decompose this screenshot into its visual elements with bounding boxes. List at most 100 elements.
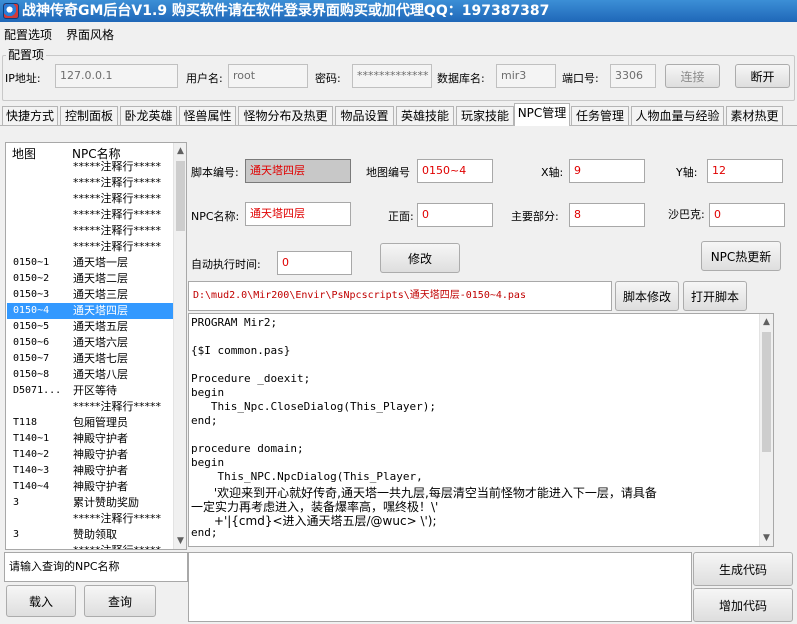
y-axis-input[interactable]: 12 bbox=[707, 159, 783, 183]
map-no-label: 地图编号 bbox=[366, 166, 410, 179]
list-item[interactable]: 0150~1 通天塔一层 bbox=[7, 255, 175, 271]
list-item-map: 0150~5 bbox=[13, 321, 50, 332]
x-axis-input[interactable]: 9 bbox=[569, 159, 645, 183]
menu-ui-style[interactable]: 界面风格 bbox=[66, 26, 114, 43]
list-item-npc-name: 神殿守护者 bbox=[73, 480, 128, 493]
list-item[interactable]: T140~4 神殿守护者 bbox=[7, 479, 175, 495]
list-item[interactable]: *****注释行***** bbox=[7, 511, 175, 527]
tab-shortcuts[interactable]: 快捷方式 bbox=[2, 106, 58, 125]
config-group-label: 配置项 bbox=[6, 46, 47, 63]
npc-hot-update-button[interactable]: NPC热更新 bbox=[701, 241, 781, 271]
list-item[interactable]: D5071... 开区等待 bbox=[7, 383, 175, 399]
list-item[interactable]: 0150~6 通天塔六层 bbox=[7, 335, 175, 351]
generated-code-output[interactable] bbox=[188, 552, 692, 622]
port-input[interactable]: 3306 bbox=[610, 64, 656, 88]
menu-config-options[interactable]: 配置选项 bbox=[4, 26, 52, 43]
script-no-input[interactable]: 通天塔四层 bbox=[245, 159, 351, 183]
npc-list-scrollbar[interactable]: ▲ ▼ bbox=[173, 143, 186, 549]
list-item-npc-name: 通天塔八层 bbox=[73, 368, 128, 381]
auto-exec-time-input[interactable]: 0 bbox=[277, 251, 352, 275]
list-item[interactable]: 0150~4 通天塔四层 bbox=[7, 303, 175, 319]
list-item-npc-name: 累计赞助奖励 bbox=[73, 496, 139, 509]
tab-item-settings[interactable]: 物品设置 bbox=[335, 106, 394, 125]
list-item[interactable]: 0150~8 通天塔八层 bbox=[7, 367, 175, 383]
list-item-npc-name: 通天塔四层 bbox=[73, 304, 128, 317]
list-item[interactable]: T140~2 神殿守护者 bbox=[7, 447, 175, 463]
list-item-map: 0150~1 bbox=[13, 257, 50, 268]
code-line: procedure domain; bbox=[191, 442, 304, 455]
generate-code-button[interactable]: 生成代码 bbox=[693, 552, 793, 586]
code-scroll-down-icon[interactable]: ▼ bbox=[760, 530, 773, 546]
scroll-up-icon[interactable]: ▲ bbox=[174, 143, 186, 159]
list-item-npc-name: 赞助领取 bbox=[73, 528, 117, 541]
npc-list[interactable]: 地图 NPC名称 *****注释行***** *****注释行***** *****… bbox=[5, 142, 187, 550]
tab-monster-distribution[interactable]: 怪物分布及热更 bbox=[238, 106, 333, 125]
list-item[interactable]: *****注释行***** bbox=[7, 543, 175, 549]
npc-name-input[interactable]: 通天塔四层 bbox=[245, 202, 351, 226]
list-item[interactable]: 3 赞助领取 bbox=[7, 527, 175, 543]
list-item[interactable]: *****注释行***** bbox=[7, 239, 175, 255]
tab-player-skills[interactable]: 玩家技能 bbox=[456, 106, 514, 125]
script-code-editor[interactable]: PROGRAM Mir2; {$I common.pas} Procedure _d… bbox=[188, 313, 774, 547]
tab-hero-skills[interactable]: 英雄技能 bbox=[396, 106, 454, 125]
list-item-npc-name: *****注释行***** bbox=[73, 224, 161, 237]
list-item[interactable]: T118 包厢管理员 bbox=[7, 415, 175, 431]
npc-search-input[interactable]: 请输入查询的NPC名称 bbox=[4, 552, 188, 582]
list-item[interactable]: 0150~5 通天塔五层 bbox=[7, 319, 175, 335]
code-line: begin bbox=[191, 456, 225, 469]
load-button[interactable]: 载入 bbox=[6, 585, 76, 617]
list-item-map: 0150~8 bbox=[13, 369, 50, 380]
list-item[interactable]: T140~1 神殿守护者 bbox=[7, 431, 175, 447]
tab-npc-management[interactable]: NPC管理 bbox=[514, 103, 570, 126]
scroll-down-icon[interactable]: ▼ bbox=[174, 533, 186, 549]
tab-task-management[interactable]: 任务管理 bbox=[571, 106, 629, 125]
tab-asset-hot-update[interactable]: 素材热更 bbox=[726, 106, 783, 125]
tab-character-hp-exp[interactable]: 人物血量与经验 bbox=[631, 106, 724, 125]
list-item[interactable]: T140~3 神殿守护者 bbox=[7, 463, 175, 479]
list-item-map: 0150~3 bbox=[13, 289, 50, 300]
main-part-input[interactable]: 8 bbox=[569, 203, 645, 227]
list-item[interactable]: *****注释行***** bbox=[7, 191, 175, 207]
db-label: 数据库名: bbox=[437, 72, 485, 85]
tab-control-panel[interactable]: 控制面板 bbox=[60, 106, 118, 125]
list-item-npc-name: *****注释行***** bbox=[73, 160, 161, 173]
script-path-input[interactable]: D:\mud2.0\Mir200\Envir\PsNpcscripts\通天塔四… bbox=[188, 281, 612, 311]
add-code-button[interactable]: 增加代码 bbox=[693, 588, 793, 622]
modify-button[interactable]: 修改 bbox=[380, 243, 460, 273]
list-item[interactable]: *****注释行***** bbox=[7, 207, 175, 223]
database-input[interactable]: mir3 bbox=[496, 64, 556, 88]
code-scroll-up-icon[interactable]: ▲ bbox=[760, 314, 773, 330]
list-item[interactable]: 0150~7 通天塔七层 bbox=[7, 351, 175, 367]
menu-bar: 配置选项 界面风格 bbox=[0, 22, 797, 46]
sabac-input[interactable]: 0 bbox=[709, 203, 785, 227]
tab-wolong-hero[interactable]: 卧龙英雄 bbox=[120, 106, 177, 125]
tab-monster-attributes[interactable]: 怪兽属性 bbox=[179, 106, 236, 125]
list-item[interactable]: 0150~2 通天塔二层 bbox=[7, 271, 175, 287]
open-script-button[interactable]: 打开脚本 bbox=[683, 281, 747, 311]
script-no-label: 脚本编号: bbox=[191, 166, 239, 179]
password-input[interactable]: ************* bbox=[352, 64, 432, 88]
map-no-input[interactable]: 0150~4 bbox=[417, 159, 493, 183]
npc-list-scroll-thumb[interactable] bbox=[176, 161, 185, 231]
list-item-npc-name: 通天塔七层 bbox=[73, 352, 128, 365]
list-item-npc-name: *****注释行***** bbox=[73, 240, 161, 253]
script-edit-button[interactable]: 脚本修改 bbox=[615, 281, 679, 311]
code-line: This_Npc.CloseDialog(This_Player); bbox=[191, 400, 437, 413]
username-input[interactable]: root bbox=[228, 64, 308, 88]
ip-input[interactable]: 127.0.0.1 bbox=[55, 64, 178, 88]
face-input[interactable]: 0 bbox=[417, 203, 493, 227]
list-item[interactable]: *****注释行***** bbox=[7, 399, 175, 415]
list-item[interactable]: *****注释行***** bbox=[7, 159, 175, 175]
code-editor-scrollbar[interactable]: ▲ ▼ bbox=[759, 314, 773, 546]
connect-button[interactable]: 连接 bbox=[665, 64, 720, 88]
list-item[interactable]: *****注释行***** bbox=[7, 223, 175, 239]
list-item[interactable]: 3 累计赞助奖励 bbox=[7, 495, 175, 511]
query-button[interactable]: 查询 bbox=[84, 585, 156, 617]
list-item[interactable]: *****注释行***** bbox=[7, 175, 175, 191]
disconnect-button[interactable]: 断开 bbox=[735, 64, 790, 88]
list-item[interactable]: 0150~3 通天塔三层 bbox=[7, 287, 175, 303]
window-title: 战神传奇GM后台V1.9 购买软件请在软件登录界面购买或加代理QQ：197387… bbox=[22, 3, 550, 19]
title-bar: 战神传奇GM后台V1.9 购买软件请在软件登录界面购买或加代理QQ：197387… bbox=[0, 0, 797, 22]
code-editor-scroll-thumb[interactable] bbox=[762, 332, 771, 452]
list-item-map: T140~1 bbox=[13, 433, 50, 444]
